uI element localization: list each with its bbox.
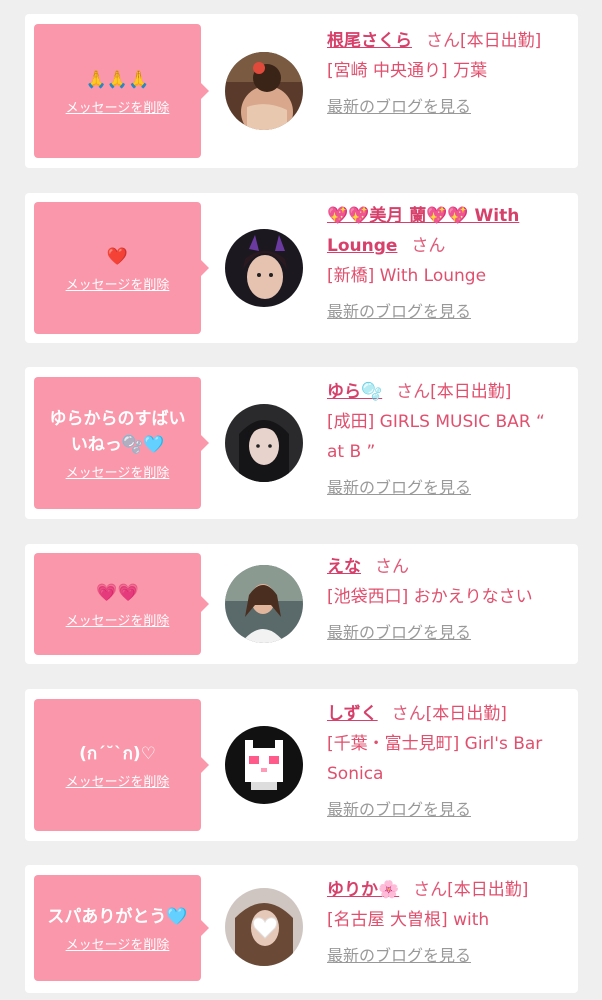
- avatar[interactable]: [225, 52, 303, 130]
- cast-info: しずく さん[本日出勤] [千葉・富士見町] Girl's Bar Sonica …: [327, 699, 567, 825]
- shop-label: [成田] GIRLS MUSIC BAR “ at B ”: [327, 412, 545, 462]
- message-card: (ก´˘`ก)♡ メッセージを削除 しずく さん[本日出勤] [千葉・富士見町] …: [25, 689, 578, 841]
- delete-message-link[interactable]: メッセージを削除: [66, 97, 170, 116]
- honorific: さん: [411, 236, 446, 256]
- latest-blog-link[interactable]: 最新のブログを見る: [327, 941, 471, 971]
- message-bubble: ゆらからのすばいいねっ🫧🩵 メッセージを削除: [34, 377, 209, 509]
- delete-message-link[interactable]: メッセージを削除: [66, 274, 170, 293]
- message-bubble: スパありがとう🩵 メッセージを削除: [34, 875, 209, 981]
- latest-blog-link[interactable]: 最新のブログを見る: [327, 795, 471, 825]
- status-badge: [本日出勤]: [425, 704, 507, 724]
- message-text: 🙏🙏🙏: [85, 69, 150, 90]
- message-card: スパありがとう🩵 メッセージを削除 ゆりか🌸 さん[本日出勤] [名古屋 大曽根]…: [25, 865, 578, 993]
- cast-info: えな さん [池袋西口] おかえりなさい 最新のブログを見る: [327, 552, 567, 648]
- status-badge: [本日出勤]: [447, 880, 529, 900]
- latest-blog-link[interactable]: 最新のブログを見る: [327, 92, 471, 122]
- cast-name-link[interactable]: ゆりか🌸: [327, 880, 399, 900]
- honorific: さん: [426, 31, 460, 51]
- cast-name-link[interactable]: 根尾さくら: [327, 31, 412, 51]
- avatar[interactable]: [225, 404, 303, 482]
- shop-label: [池袋西口] おかえりなさい: [327, 587, 533, 607]
- avatar[interactable]: [225, 726, 303, 804]
- delete-message-link[interactable]: メッセージを削除: [66, 610, 170, 629]
- shop-label: [千葉・富士見町] Girl's Bar Sonica: [327, 734, 543, 784]
- delete-message-link[interactable]: メッセージを削除: [66, 934, 170, 953]
- cast-info: ゆりか🌸 さん[本日出勤] [名古屋 大曽根] with 最新のブログを見る: [327, 875, 567, 971]
- cast-name-link[interactable]: ゆら🫧: [327, 382, 382, 402]
- message-card: ❤️ メッセージを削除 💖💖美月 蘭💖💖 With Lounge さん [新橋] …: [25, 193, 578, 343]
- latest-blog-link[interactable]: 最新のブログを見る: [327, 297, 471, 327]
- avatar[interactable]: [225, 565, 303, 643]
- message-text: スパありがとう🩵: [47, 906, 188, 927]
- delete-message-link[interactable]: メッセージを削除: [66, 462, 170, 481]
- latest-blog-link[interactable]: 最新のブログを見る: [327, 473, 471, 503]
- honorific: さん: [413, 880, 448, 900]
- message-bubble: 🙏🙏🙏 メッセージを削除: [34, 24, 209, 158]
- cast-info: 💖💖美月 蘭💖💖 With Lounge さん [新橋] With Lounge …: [327, 201, 567, 327]
- message-text: ❤️: [106, 246, 129, 267]
- status-badge: [本日出勤]: [460, 31, 542, 51]
- message-card: 🙏🙏🙏 メッセージを削除 根尾さくら さん[本日出勤] [宮崎 中央通り] 万葉 …: [25, 14, 578, 168]
- delete-message-link[interactable]: メッセージを削除: [66, 771, 170, 790]
- message-card: 💗💗 メッセージを削除 えな さん [池袋西口] おかえりなさい 最新のブログを見…: [25, 544, 578, 664]
- message-bubble: (ก´˘`ก)♡ メッセージを削除: [34, 699, 209, 831]
- avatar[interactable]: [225, 888, 303, 966]
- shop-label: [宮崎 中央通り] 万葉: [327, 61, 488, 81]
- cast-info: 根尾さくら さん[本日出勤] [宮崎 中央通り] 万葉 最新のブログを見る: [327, 26, 567, 122]
- avatar[interactable]: [225, 229, 303, 307]
- message-bubble: 💗💗 メッセージを削除: [34, 553, 209, 655]
- honorific: さん: [375, 557, 409, 577]
- shop-label: [名古屋 大曽根] with: [327, 910, 490, 930]
- cast-name-link[interactable]: えな: [327, 557, 361, 577]
- cast-name-link[interactable]: しずく: [327, 704, 378, 724]
- latest-blog-link[interactable]: 最新のブログを見る: [327, 618, 471, 648]
- cast-info: ゆら🫧 さん[本日出勤] [成田] GIRLS MUSIC BAR “ at B …: [327, 377, 567, 503]
- message-card: ゆらからのすばいいねっ🫧🩵 メッセージを削除 ゆら🫧 さん[本日出勤] [成田] …: [25, 367, 578, 519]
- shop-label: [新橋] With Lounge: [327, 266, 487, 286]
- status-badge: [本日出勤]: [430, 382, 512, 402]
- honorific: さん: [396, 382, 431, 402]
- message-text: 💗💗: [96, 582, 139, 603]
- message-bubble: ❤️ メッセージを削除: [34, 202, 209, 334]
- message-text: (ก´˘`ก)♡: [79, 743, 156, 764]
- honorific: さん: [391, 704, 426, 724]
- message-text: ゆらからのすばいいねっ🫧🩵: [49, 408, 186, 455]
